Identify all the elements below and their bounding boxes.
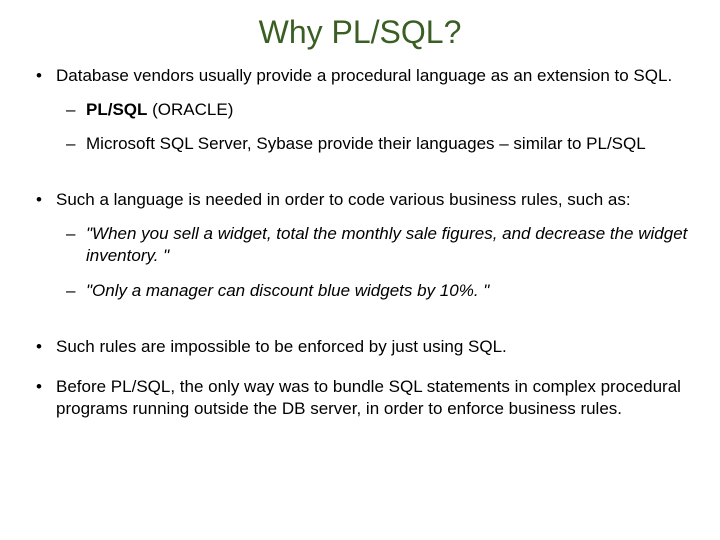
sub-rest: (ORACLE) — [147, 100, 233, 119]
sub-item: Microsoft SQL Server, Sybase provide the… — [56, 133, 690, 155]
bullet-item: Such rules are impossible to be enforced… — [30, 336, 690, 358]
sub-item: "Only a manager can discount blue widget… — [56, 280, 690, 302]
bullet-item: Database vendors usually provide a proce… — [30, 65, 690, 155]
sub-list: "When you sell a widget, total the month… — [56, 223, 690, 301]
bullet-text: Database vendors usually provide a proce… — [56, 66, 672, 85]
bullet-text: Such rules are impossible to be enforced… — [56, 337, 507, 356]
sub-strong: PL/SQL — [86, 100, 147, 119]
bullet-text: Before PL/SQL, the only way was to bundl… — [56, 377, 681, 418]
sub-item: "When you sell a widget, total the month… — [56, 223, 690, 267]
sub-list: PL/SQL (ORACLE) Microsoft SQL Server, Sy… — [56, 99, 690, 155]
bullet-list: Database vendors usually provide a proce… — [30, 65, 690, 420]
slide: Why PL/SQL? Database vendors usually pro… — [0, 0, 720, 540]
bullet-item: Before PL/SQL, the only way was to bundl… — [30, 376, 690, 420]
sub-italic: "When you sell a widget, total the month… — [86, 224, 687, 265]
slide-title: Why PL/SQL? — [30, 14, 690, 51]
bullet-text: Such a language is needed in order to co… — [56, 190, 631, 209]
sub-item: PL/SQL (ORACLE) — [56, 99, 690, 121]
sub-text: Microsoft SQL Server, Sybase provide the… — [86, 134, 646, 153]
sub-italic: "Only a manager can discount blue widget… — [86, 281, 489, 300]
bullet-item: Such a language is needed in order to co… — [30, 189, 690, 301]
